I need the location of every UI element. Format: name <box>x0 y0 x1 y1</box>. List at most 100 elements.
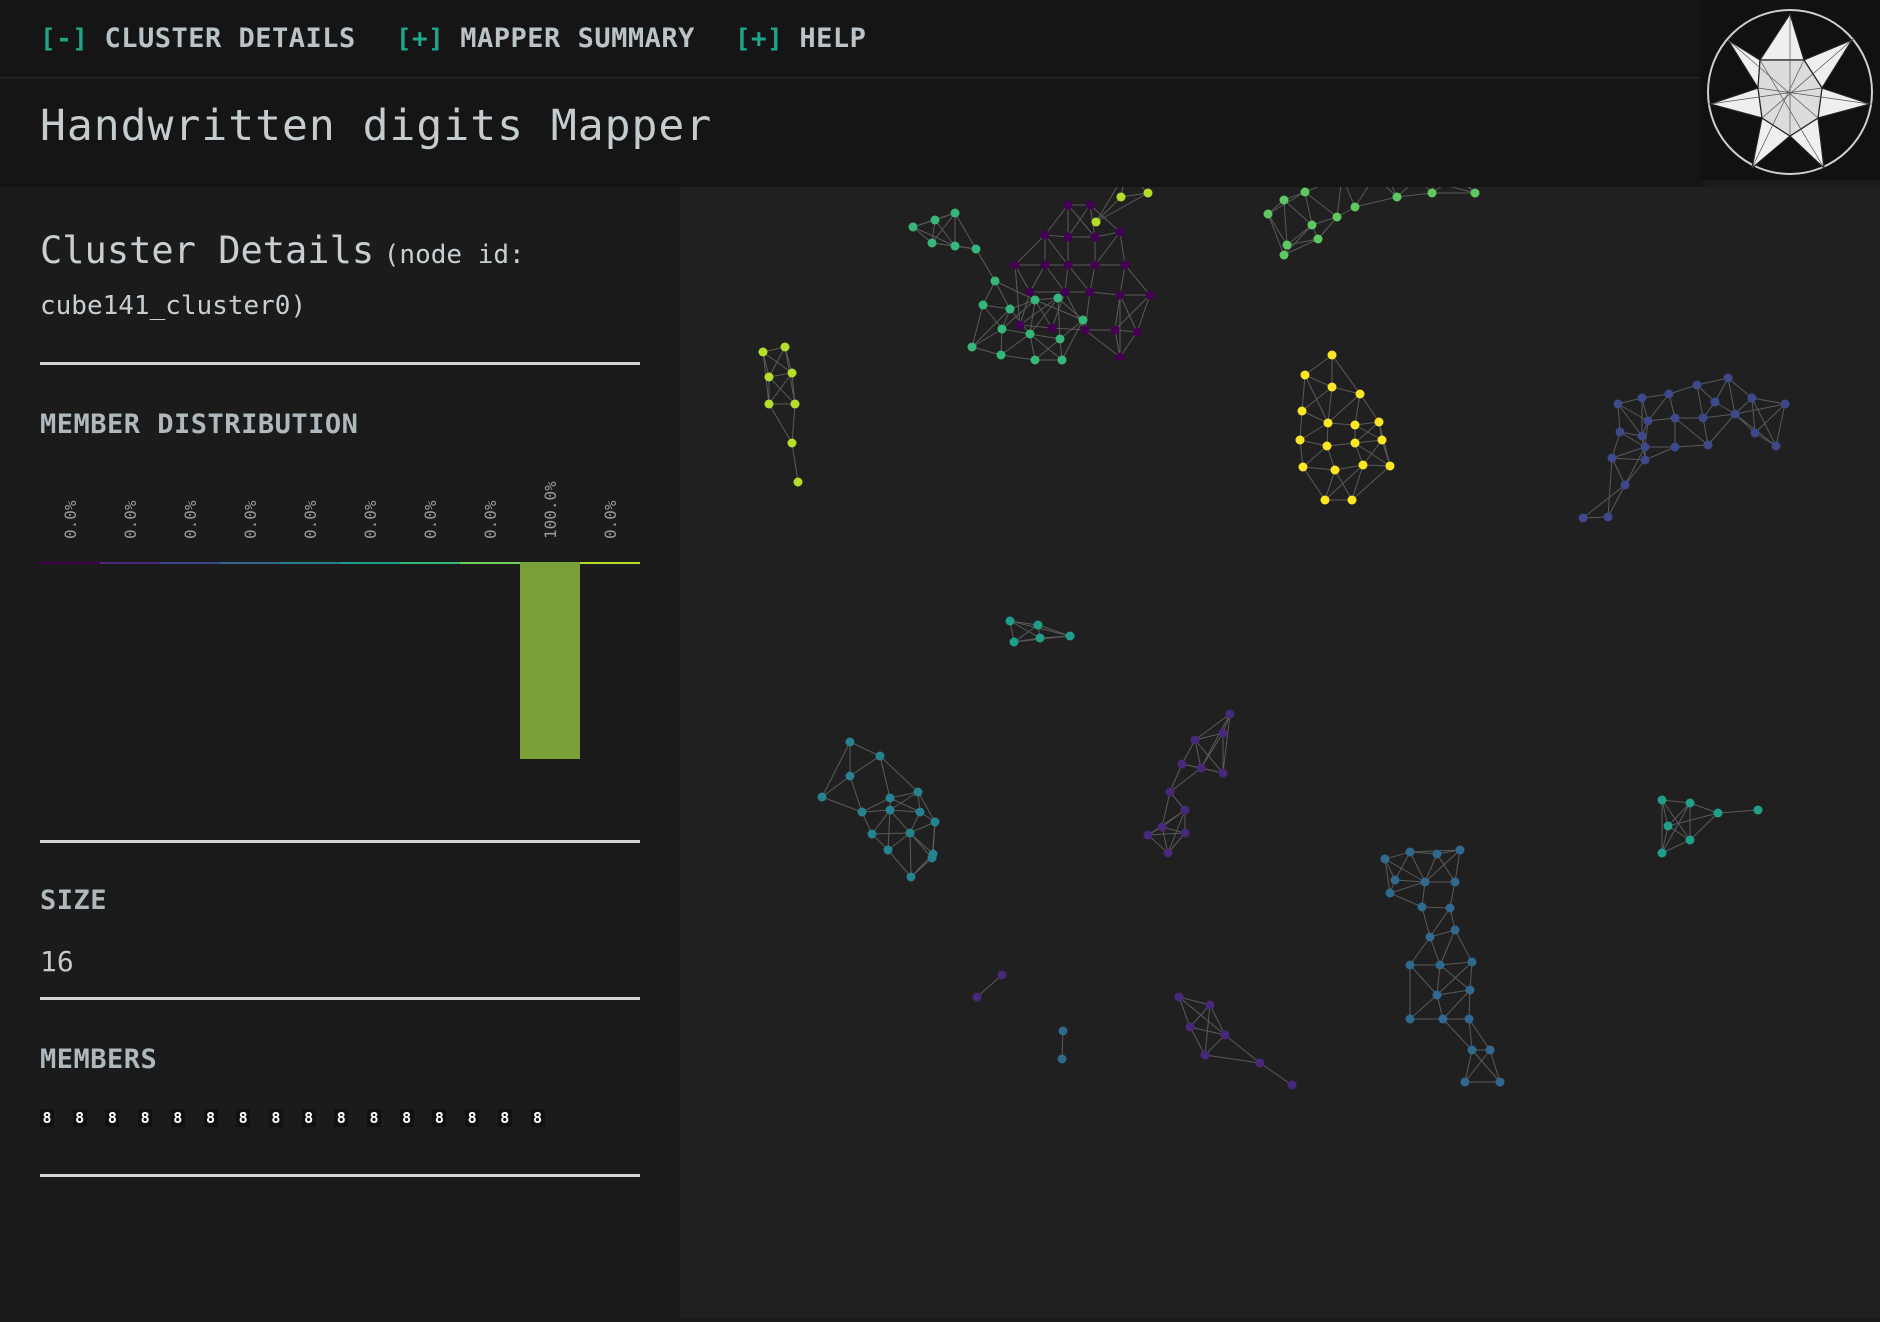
graph-node[interactable] <box>1120 260 1130 270</box>
member-digit-image[interactable]: 8 <box>170 1109 185 1127</box>
graph-node[interactable] <box>1040 260 1050 270</box>
graph-node[interactable] <box>1115 227 1125 237</box>
graph-node[interactable] <box>1385 888 1395 898</box>
graph-node[interactable] <box>1091 217 1101 227</box>
graph-node[interactable] <box>1640 455 1650 465</box>
graph-node[interactable] <box>1385 461 1395 471</box>
graph-node[interactable] <box>1355 389 1365 399</box>
graph-node[interactable] <box>1063 260 1073 270</box>
graph-node[interactable] <box>1405 960 1415 970</box>
graph-node[interactable] <box>1165 787 1175 797</box>
graph-node[interactable] <box>1495 1077 1505 1087</box>
graph-node[interactable] <box>885 805 895 815</box>
graph-node[interactable] <box>1180 828 1190 838</box>
graph-node[interactable] <box>1425 932 1435 942</box>
graph-node[interactable] <box>1664 389 1674 399</box>
graph-node[interactable] <box>1703 440 1713 450</box>
graph-node[interactable] <box>1218 768 1228 778</box>
graph-node[interactable] <box>950 241 960 251</box>
graph-node[interactable] <box>1010 260 1020 270</box>
graph-node[interactable] <box>817 792 827 802</box>
graph-node[interactable] <box>1460 1077 1470 1087</box>
graph-node[interactable] <box>758 347 768 357</box>
graph-node[interactable] <box>1313 234 1323 244</box>
member-digit-image[interactable]: 8 <box>105 1109 120 1127</box>
graph-node[interactable] <box>787 438 797 448</box>
graph-node[interactable] <box>1450 925 1460 935</box>
graph-node[interactable] <box>1455 845 1465 855</box>
graph-node[interactable] <box>1670 413 1680 423</box>
graph-node[interactable] <box>1157 822 1167 832</box>
graph-node[interactable] <box>1405 847 1415 857</box>
graph-node[interactable] <box>1747 393 1757 403</box>
graph-node[interactable] <box>1255 1058 1265 1068</box>
graph-node[interactable] <box>927 853 937 863</box>
graph-node[interactable] <box>1603 512 1613 522</box>
graph-node[interactable] <box>780 342 790 352</box>
graph-node[interactable] <box>1685 798 1695 808</box>
graph-node[interactable] <box>1055 334 1065 344</box>
graph-node[interactable] <box>1282 240 1292 250</box>
graph-node[interactable] <box>1465 985 1475 995</box>
graph-node[interactable] <box>1033 620 1043 630</box>
graph-node[interactable] <box>1040 230 1050 240</box>
graph-node[interactable] <box>1078 315 1088 325</box>
graph-node[interactable] <box>764 372 774 382</box>
graph-node[interactable] <box>1063 200 1073 210</box>
graph-node[interactable] <box>1327 350 1337 360</box>
graph-node[interactable] <box>1005 304 1015 314</box>
graph-node[interactable] <box>1377 435 1387 445</box>
graph-node[interactable] <box>1350 420 1360 430</box>
graph-node[interactable] <box>1307 220 1317 230</box>
graph-node[interactable] <box>1090 232 1100 242</box>
graph-node[interactable] <box>1185 1022 1195 1032</box>
graph-node[interactable] <box>1467 1045 1477 1055</box>
graph-node[interactable] <box>1450 877 1460 887</box>
graph-node[interactable] <box>1005 616 1015 626</box>
graph-node[interactable] <box>930 817 940 827</box>
graph-node[interactable] <box>1753 805 1763 815</box>
graph-node[interactable] <box>1417 902 1427 912</box>
graph-node[interactable] <box>1350 202 1360 212</box>
graph-node[interactable] <box>1438 1014 1448 1024</box>
graph-node[interactable] <box>997 324 1007 334</box>
graph-node[interactable] <box>1637 431 1647 441</box>
graph-node[interactable] <box>915 807 925 817</box>
graph-node[interactable] <box>1030 295 1040 305</box>
graph-node[interactable] <box>1435 960 1445 970</box>
graph-node[interactable] <box>1025 329 1035 339</box>
graph-node[interactable] <box>1200 1050 1210 1060</box>
graph-node[interactable] <box>1196 763 1206 773</box>
graph-node[interactable] <box>1607 453 1617 463</box>
graph-node[interactable] <box>906 872 916 882</box>
graph-node[interactable] <box>1163 848 1173 858</box>
mapper-graph-canvas[interactable] <box>680 135 1880 1318</box>
graph-node[interactable] <box>1350 438 1360 448</box>
graph-node[interactable] <box>1053 293 1063 303</box>
graph-node[interactable] <box>908 222 918 232</box>
graph-node[interactable] <box>1358 460 1368 470</box>
graph-node[interactable] <box>1613 399 1623 409</box>
tab-mapper-summary[interactable]: [+] MAPPER SUMMARY <box>396 23 695 54</box>
graph-node[interactable] <box>1287 1080 1297 1090</box>
graph-node[interactable] <box>1374 417 1384 427</box>
graph-node[interactable] <box>1657 795 1667 805</box>
graph-node[interactable] <box>883 845 893 855</box>
graph-node[interactable] <box>1143 188 1153 198</box>
graph-node[interactable] <box>1320 495 1330 505</box>
graph-node[interactable] <box>927 238 937 248</box>
graph-node[interactable] <box>1295 435 1305 445</box>
graph-node[interactable] <box>1692 380 1702 390</box>
graph-node[interactable] <box>1392 192 1402 202</box>
graph-node[interactable] <box>793 477 803 487</box>
graph-node[interactable] <box>1015 320 1025 330</box>
member-digit-image[interactable]: 8 <box>138 1109 153 1127</box>
graph-node[interactable] <box>1180 805 1190 815</box>
expand-toggle[interactable]: [+] <box>396 24 444 54</box>
graph-node[interactable] <box>997 970 1007 980</box>
graph-node[interactable] <box>1143 830 1153 840</box>
graph-node[interactable] <box>1298 462 1308 472</box>
member-digit-image[interactable]: 8 <box>72 1109 87 1127</box>
graph-node[interactable] <box>1220 1030 1230 1040</box>
graph-node[interactable] <box>1620 480 1630 490</box>
